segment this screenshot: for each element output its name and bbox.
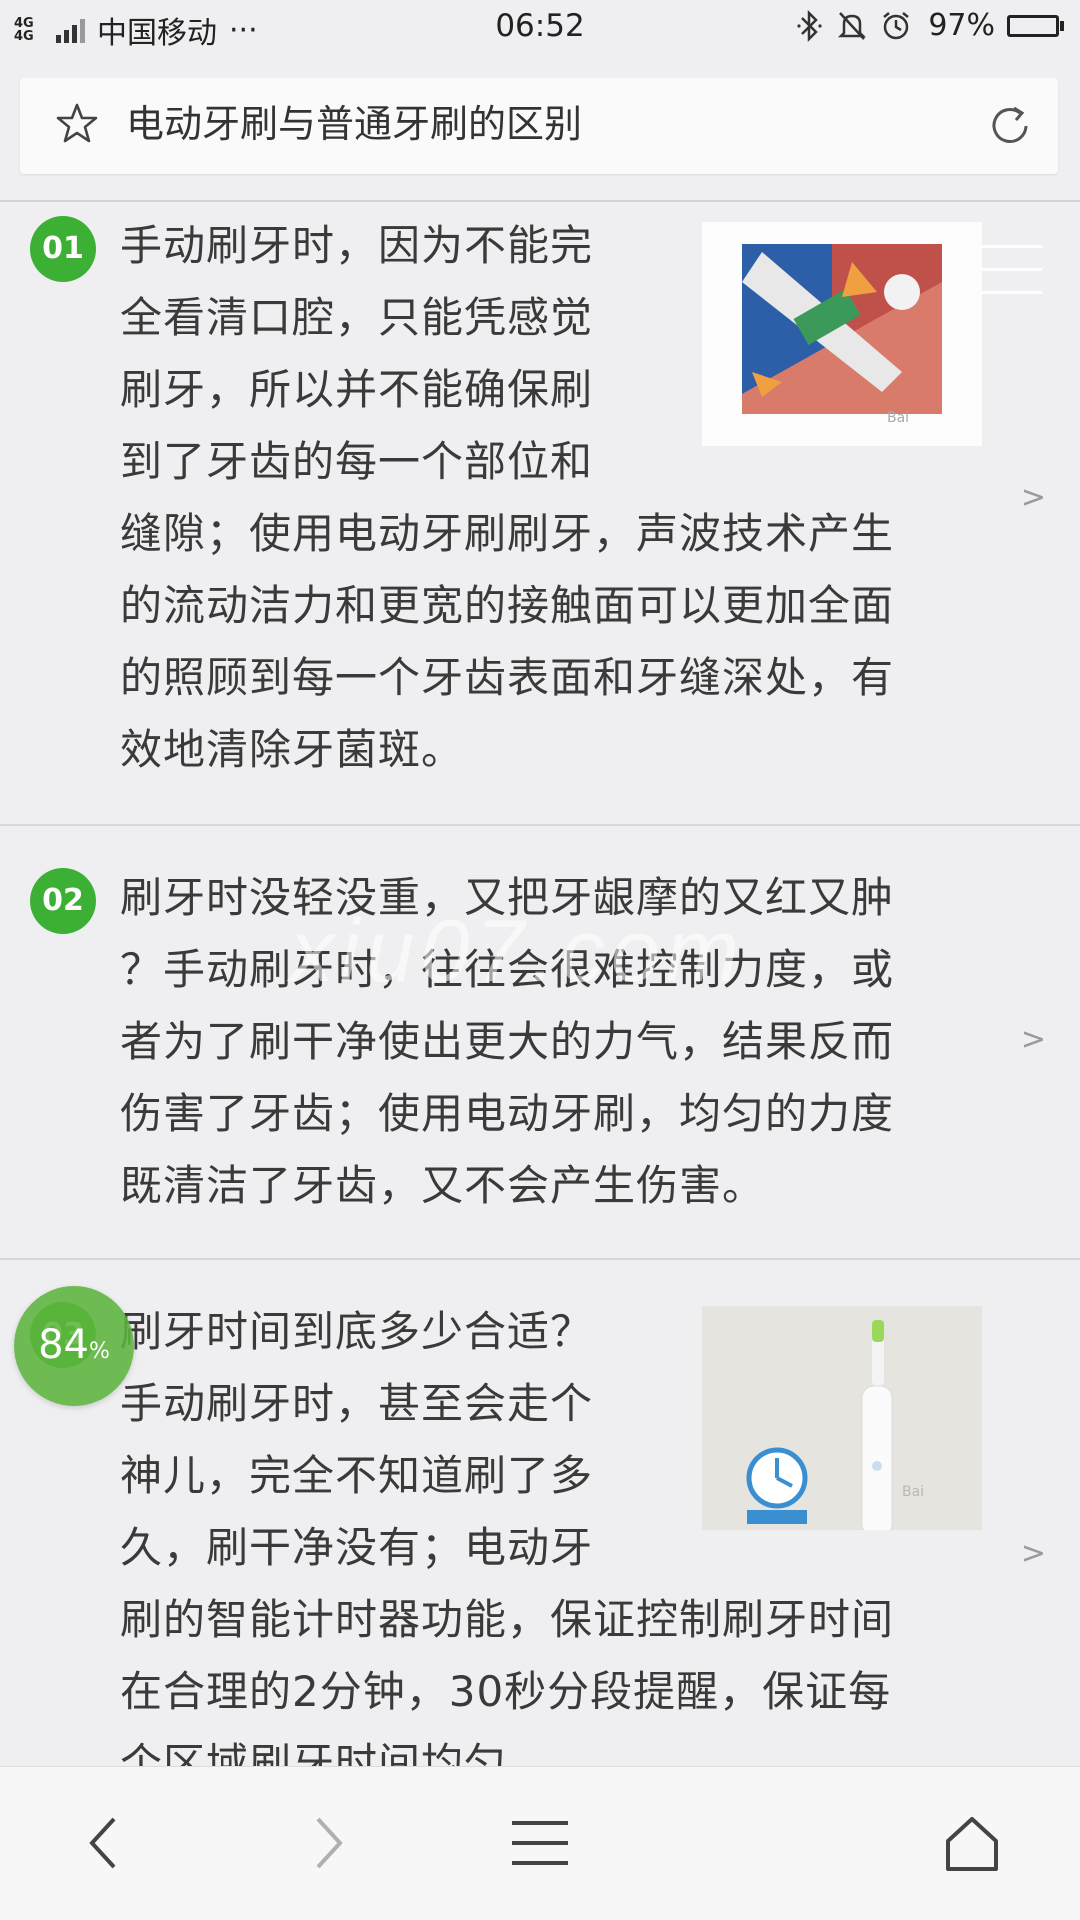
menu-button[interactable]	[432, 1767, 648, 1920]
step-number: 02	[30, 868, 96, 934]
alarm-icon	[883, 11, 910, 39]
step-line: 在合理的2分钟，30秒分段提醒，保证每	[120, 1667, 892, 1716]
toothbrush-closeup-image[interactable]: Bai	[702, 222, 982, 446]
back-icon	[89, 1817, 116, 1869]
bell-muted-icon	[838, 11, 867, 40]
progress-unit: %	[89, 1339, 110, 1364]
step-1: 01 手动刷牙时，因为不能完 全看清口腔，只能凭感觉 刷牙，所以并不能确保刷 到…	[0, 210, 1080, 824]
step-line: 刷的智能计时器功能，保证控制刷牙时间	[120, 1595, 895, 1644]
battery-icon	[1007, 14, 1064, 37]
progress-value-wrap: 84%	[14, 1322, 134, 1368]
step-divider	[0, 1258, 1080, 1260]
forward-icon	[316, 1817, 343, 1869]
status-right: 97%	[794, 8, 1064, 43]
home-icon	[946, 1817, 998, 1871]
step-line: 的流动洁力和更宽的接触面可以更加全面	[120, 581, 895, 630]
forward-button[interactable]	[216, 1767, 432, 1920]
menu-lines-icon[interactable]	[980, 245, 1042, 301]
watermark: xiu07.com	[290, 901, 746, 1000]
star-icon[interactable]	[54, 100, 100, 146]
electric-toothbrush-timer-image[interactable]: Bai	[702, 1306, 982, 1530]
step-line: 者为了刷干净使出更大的力气，结果反而	[120, 1017, 895, 1066]
address-bar[interactable]: 电动牙刷与普通牙刷的区别	[20, 78, 1058, 174]
back-button[interactable]	[0, 1767, 216, 1920]
step-chevron[interactable]: >	[1021, 1536, 1046, 1571]
tabs-button[interactable]: 1	[648, 1767, 864, 1920]
step-3: 03 刷牙时间到底多少合适？ 手动刷牙时，甚至会走个 神儿，完全不知道刷了多 久…	[0, 1296, 1080, 1788]
menu-icon	[512, 1821, 568, 1865]
browser-page: 4G 4G 中国移动 ··· 06:52 97% 电动牙刷与普通牙刷的区别 01…	[0, 0, 1080, 1920]
page-title[interactable]: 电动牙刷与普通牙刷的区别	[126, 98, 582, 150]
progress-value: 84	[38, 1322, 89, 1368]
step-number: 01	[30, 216, 96, 282]
status-bar: 4G 4G 中国移动 ··· 06:52 97%	[0, 0, 1080, 58]
step-divider	[0, 824, 1080, 826]
step-line: 效地清除牙菌斑。	[120, 725, 465, 774]
svg-text:Bai: Bai	[902, 1484, 924, 1500]
step-line: 既清洁了牙齿，又不会产生伤害。	[120, 1161, 766, 1210]
bluetooth-icon	[797, 9, 822, 42]
battery-percent: 97%	[928, 8, 995, 43]
reading-progress-badge[interactable]: 84%	[14, 1286, 134, 1406]
reload-icon[interactable]	[984, 100, 1036, 152]
svg-text:Bai: Bai	[887, 410, 909, 426]
address-divider	[0, 200, 1080, 202]
home-button[interactable]	[864, 1767, 1080, 1920]
step-chevron[interactable]: >	[1021, 480, 1046, 515]
bottom-toolbar: 1	[0, 1766, 1080, 1920]
step-line: 伤害了牙齿；使用电动牙刷，均匀的力度	[120, 1089, 895, 1138]
step-line: 缝隙；使用电动牙刷刷牙，声波技术产生	[120, 509, 895, 558]
step-line: 的照顾到每一个牙齿表面和牙缝深处，有	[120, 653, 895, 702]
step-chevron[interactable]: >	[1021, 1022, 1046, 1057]
